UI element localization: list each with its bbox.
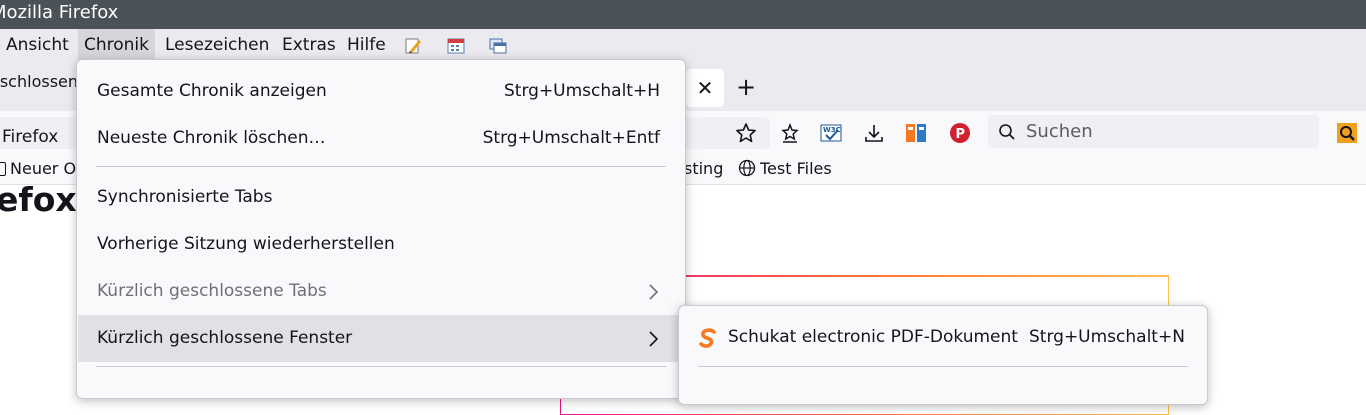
menu-separator	[698, 366, 1188, 367]
submenu-item-label: Schukat electronic PDF-Dokument	[728, 327, 1018, 347]
new-tab-button[interactable]: +	[736, 73, 756, 101]
chevron-right-icon	[649, 331, 659, 347]
extension-icon[interactable]	[905, 122, 927, 144]
submenu-item-shortcut: Strg+Umschalt+N	[1029, 327, 1185, 347]
search-placeholder: Suchen	[1026, 121, 1093, 142]
svg-text:P: P	[956, 127, 966, 142]
bookmark-test-files-label: Test Files	[760, 159, 832, 178]
menu-item-restore-session[interactable]: Vorherige Sitzung wiederherstellen	[78, 221, 684, 268]
folder-icon	[0, 162, 6, 176]
recently-closed-windows-submenu: Schukat electronic PDF-Dokument Strg+Ums…	[678, 305, 1208, 405]
menu-hilfe[interactable]: Hilfe	[341, 29, 392, 61]
bookmark-star-icon[interactable]	[735, 122, 757, 144]
menu-bar: Ansicht Chronik Lesezeichen Extras Hilfe	[0, 29, 1366, 61]
globe-icon	[738, 159, 756, 177]
menu-chronik[interactable]: Chronik	[78, 29, 156, 61]
page-heading: efox	[0, 180, 77, 219]
title-bar: Mozilla Firefox	[0, 0, 1366, 29]
bookmark-testing[interactable]: sting	[684, 159, 723, 178]
chronik-menu: Gesamte Chronik anzeigen Strg+Umschalt+H…	[76, 59, 686, 399]
menu-extras[interactable]: Extras	[276, 29, 342, 61]
menu-separator	[96, 366, 666, 367]
bookmark-new-folder[interactable]: Neuer O	[0, 159, 76, 178]
tab-partial-label[interactable]: eschlossen	[0, 72, 78, 91]
edit-icon[interactable]	[404, 37, 422, 55]
menu-item-label: Vorherige Sitzung wiederherstellen	[97, 234, 395, 254]
bookmark-new-folder-label: Neuer O	[10, 159, 77, 178]
window-title: Mozilla Firefox	[0, 2, 119, 23]
menu-item-label: Kürzlich geschlossene Fenster	[97, 328, 353, 348]
menu-item-label: Neueste Chronik löschen…	[97, 128, 326, 148]
menu-item-label: Synchronisierte Tabs	[97, 187, 273, 207]
menu-item-show-all-history[interactable]: Gesamte Chronik anzeigen Strg+Umschalt+H	[78, 68, 684, 115]
schukat-logo-icon	[699, 328, 716, 348]
menu-item-label: Gesamte Chronik anzeigen	[97, 81, 327, 101]
url-text: Firefox	[2, 127, 59, 147]
pocket-icon[interactable]: P	[949, 122, 971, 144]
search-icon	[999, 124, 1015, 140]
menu-item-clear-history[interactable]: Neueste Chronik löschen… Strg+Umschalt+E…	[78, 115, 684, 162]
menu-ansicht[interactable]: Ansicht	[0, 29, 75, 61]
svg-text:W3C: W3C	[823, 126, 841, 134]
bookmark-test-files[interactable]: Test Files	[738, 159, 832, 178]
menu-separator	[96, 166, 666, 167]
menu-item-label: Kürzlich geschlossene Tabs	[97, 281, 327, 301]
menu-item-shortcut: Strg+Umschalt+H	[504, 81, 660, 101]
chevron-right-icon	[649, 284, 659, 300]
magnifier-extension-icon[interactable]	[1336, 122, 1358, 144]
menu-lesezeichen[interactable]: Lesezeichen	[159, 29, 275, 61]
menu-item-shortcut: Strg+Umschalt+Entf	[482, 128, 660, 148]
window-icon[interactable]	[489, 37, 507, 55]
menu-item-synced-tabs[interactable]: Synchronisierte Tabs	[78, 174, 684, 221]
calendar-icon[interactable]	[447, 37, 465, 55]
menu-item-recently-closed-windows[interactable]: Kürzlich geschlossene Fenster	[78, 315, 684, 362]
menu-item-recently-closed-tabs[interactable]: Kürzlich geschlossene Tabs	[78, 268, 684, 315]
w3c-validator-icon[interactable]: W3C	[820, 122, 842, 144]
reading-list-icon[interactable]	[779, 122, 801, 144]
download-icon[interactable]	[863, 122, 885, 144]
search-box[interactable]: Suchen	[988, 115, 1319, 148]
close-tab-icon[interactable]: ✕	[686, 69, 724, 107]
